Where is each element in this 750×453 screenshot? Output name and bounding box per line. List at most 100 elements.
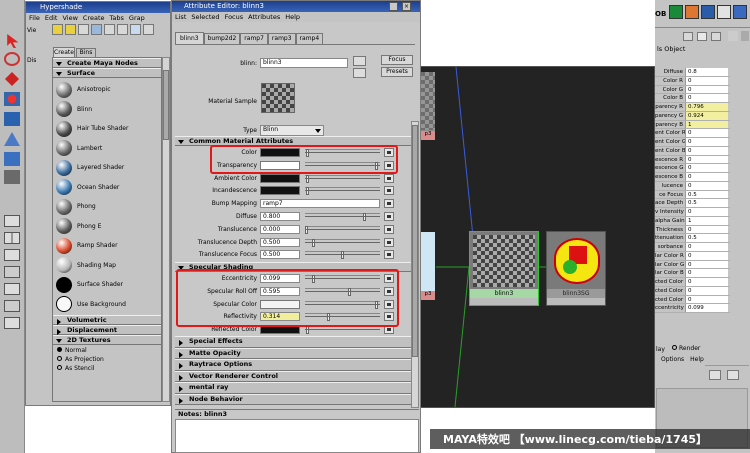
slider-knob[interactable] <box>341 251 344 260</box>
channel-row[interactable]: ent Color G0 <box>655 138 730 147</box>
channel-row[interactable]: ccentricity 0.099 <box>655 304 730 313</box>
closed-section-header[interactable]: Matte Opacity <box>175 347 411 359</box>
channel-row[interactable]: cted Color B0 <box>655 295 730 305</box>
slider-knob[interactable] <box>306 326 310 335</box>
shader-node-item[interactable]: Ramp Shader <box>56 236 161 255</box>
channel-value[interactable]: 0 <box>685 278 728 286</box>
soft-mod-icon[interactable] <box>4 152 20 166</box>
hs-menu-tabs[interactable]: Tabs <box>110 14 124 22</box>
shader-node-item[interactable]: Hair Tube Shader <box>56 119 161 138</box>
channel-value[interactable]: 0 <box>685 208 728 216</box>
manip-tool-icon[interactable] <box>4 132 20 146</box>
cb-menu-help[interactable]: Help <box>690 356 704 363</box>
attr-value-field[interactable]: 0.500 <box>260 250 300 260</box>
channel-row[interactable]: v Intensity 0 <box>655 208 730 217</box>
channel-row[interactable]: sorbance 0 <box>655 243 730 252</box>
channel-value[interactable]: 0 <box>685 138 728 146</box>
shader-node-item[interactable]: Ocean Shader <box>56 178 161 197</box>
attr-value-field[interactable]: 0.500 <box>260 237 300 247</box>
cb-close-icon[interactable] <box>741 31 749 41</box>
closed-section-header[interactable]: Special Effects <box>175 336 411 348</box>
radio-as-stencil[interactable]: As Stencil <box>57 364 161 373</box>
type-dropdown[interactable]: Blinn <box>260 125 324 136</box>
attr-slider[interactable] <box>305 238 380 247</box>
channel-row[interactable]: alpha Gain 1 <box>655 216 730 226</box>
channel-row[interactable]: Diffuse 0.8 <box>655 68 730 77</box>
shader-node-item[interactable]: Surface Shader <box>56 275 161 294</box>
hs-menu-graph[interactable]: Grap <box>129 14 145 22</box>
cb-icon-1[interactable] <box>683 32 693 41</box>
attr-slider[interactable] <box>305 225 380 234</box>
hs-tool-clear-icon[interactable] <box>104 24 115 35</box>
slider-knob[interactable] <box>305 225 308 234</box>
surface-section-header[interactable]: Surface <box>53 68 161 78</box>
hs-menu-view[interactable]: View <box>62 14 77 22</box>
channel-value[interactable]: 0 <box>685 164 728 172</box>
graph-node-ramp[interactable]: p3 <box>421 232 435 300</box>
ae-menu-focus[interactable]: Focus <box>225 13 244 21</box>
shader-node-item[interactable]: Blinn <box>56 100 161 119</box>
attr-color-swatch[interactable] <box>260 186 300 196</box>
ipr-render-icon[interactable] <box>685 5 699 19</box>
hs-tool-graph-icon[interactable] <box>91 24 102 35</box>
shader-node-item[interactable]: Shading Map <box>56 256 161 275</box>
channel-row[interactable]: lucence 0 <box>655 181 730 191</box>
channel-value[interactable]: 0.5 <box>685 190 728 199</box>
graph-node-blinn3[interactable]: blinn3 <box>469 231 539 306</box>
ae-tab-ramp7[interactable]: ramp7 <box>240 33 268 44</box>
lasso-tool-icon[interactable] <box>4 52 20 66</box>
channel-row[interactable]: lar Color B0 <box>655 269 730 278</box>
hs-tool-input-icon[interactable] <box>130 24 141 35</box>
channel-row[interactable]: ent Color B0 <box>655 146 730 156</box>
close-button[interactable]: × <box>402 2 411 11</box>
ae-tab-bump2d2[interactable]: bump2d2 <box>203 33 241 44</box>
ae-scrollbar[interactable] <box>411 121 419 408</box>
slider-knob[interactable] <box>312 238 316 247</box>
attr-value-field[interactable]: ramp7 <box>260 199 380 209</box>
map-button-icon[interactable] <box>384 250 394 260</box>
render-icon[interactable] <box>669 5 683 19</box>
channel-value[interactable]: 0.5 <box>685 234 728 242</box>
channel-value[interactable]: 0.924 <box>685 111 728 120</box>
ae-tab-blinn3[interactable]: blinn3 <box>175 32 204 44</box>
channel-row[interactable]: Color B0 <box>655 94 730 103</box>
layer-new-icon[interactable] <box>709 370 721 380</box>
channel-value[interactable]: 0 <box>685 76 728 85</box>
channel-value[interactable]: 0 <box>685 295 728 304</box>
create-maya-nodes-header[interactable]: Create Maya Nodes <box>53 58 161 68</box>
hs-tool-layout-icon[interactable] <box>117 24 128 35</box>
channel-row[interactable]: ce Focus 0.5 <box>655 190 730 200</box>
hs-tab-bins[interactable]: Bins <box>76 48 96 57</box>
attr-slider[interactable] <box>305 213 380 221</box>
select-tool-icon[interactable] <box>7 34 19 48</box>
channel-row[interactable]: escence R0 <box>655 155 730 165</box>
closed-section-header[interactable]: Node Behavior <box>175 393 411 405</box>
hs-tool-arrow-right-icon[interactable] <box>65 24 76 35</box>
channel-row[interactable]: Color G0 <box>655 85 730 95</box>
channel-value[interactable]: 0 <box>685 155 728 164</box>
minimize-button[interactable] <box>389 2 398 11</box>
presets-button[interactable]: Presets <box>381 67 413 77</box>
channel-row[interactable]: Color R0 <box>655 76 730 86</box>
channel-value[interactable]: 0 <box>685 181 728 190</box>
map-button-icon[interactable] <box>384 186 394 196</box>
channel-row[interactable]: escence G0 <box>655 164 730 173</box>
channel-row[interactable]: lar Color R0 <box>655 251 730 261</box>
notes-field[interactable] <box>175 419 419 453</box>
attr-value-field[interactable]: 0.800 <box>260 212 300 221</box>
channel-value[interactable]: 0 <box>685 286 728 295</box>
hs-tool-output-icon[interactable] <box>143 24 154 35</box>
channel-row[interactable]: Thickness 0 <box>655 225 730 235</box>
layout-two-icon[interactable] <box>4 249 20 261</box>
closed-section-header[interactable]: mental ray <box>175 382 411 394</box>
channel-value[interactable]: 0 <box>685 85 728 94</box>
channel-row[interactable]: ace Depth 0.5 <box>655 199 730 208</box>
channel-value[interactable]: 0.8 <box>685 68 728 76</box>
attr-slider[interactable] <box>305 251 380 260</box>
channel-row[interactable]: lar Color G0 <box>655 260 730 270</box>
attr-editor-titlebar[interactable]: Attribute Editor: blinn3 × <box>172 1 420 12</box>
attr-slider[interactable] <box>305 174 380 183</box>
hs-menu-file[interactable]: File <box>29 14 40 22</box>
channel-value[interactable]: 0 <box>685 94 728 102</box>
channel-value[interactable]: 0 <box>685 225 728 234</box>
